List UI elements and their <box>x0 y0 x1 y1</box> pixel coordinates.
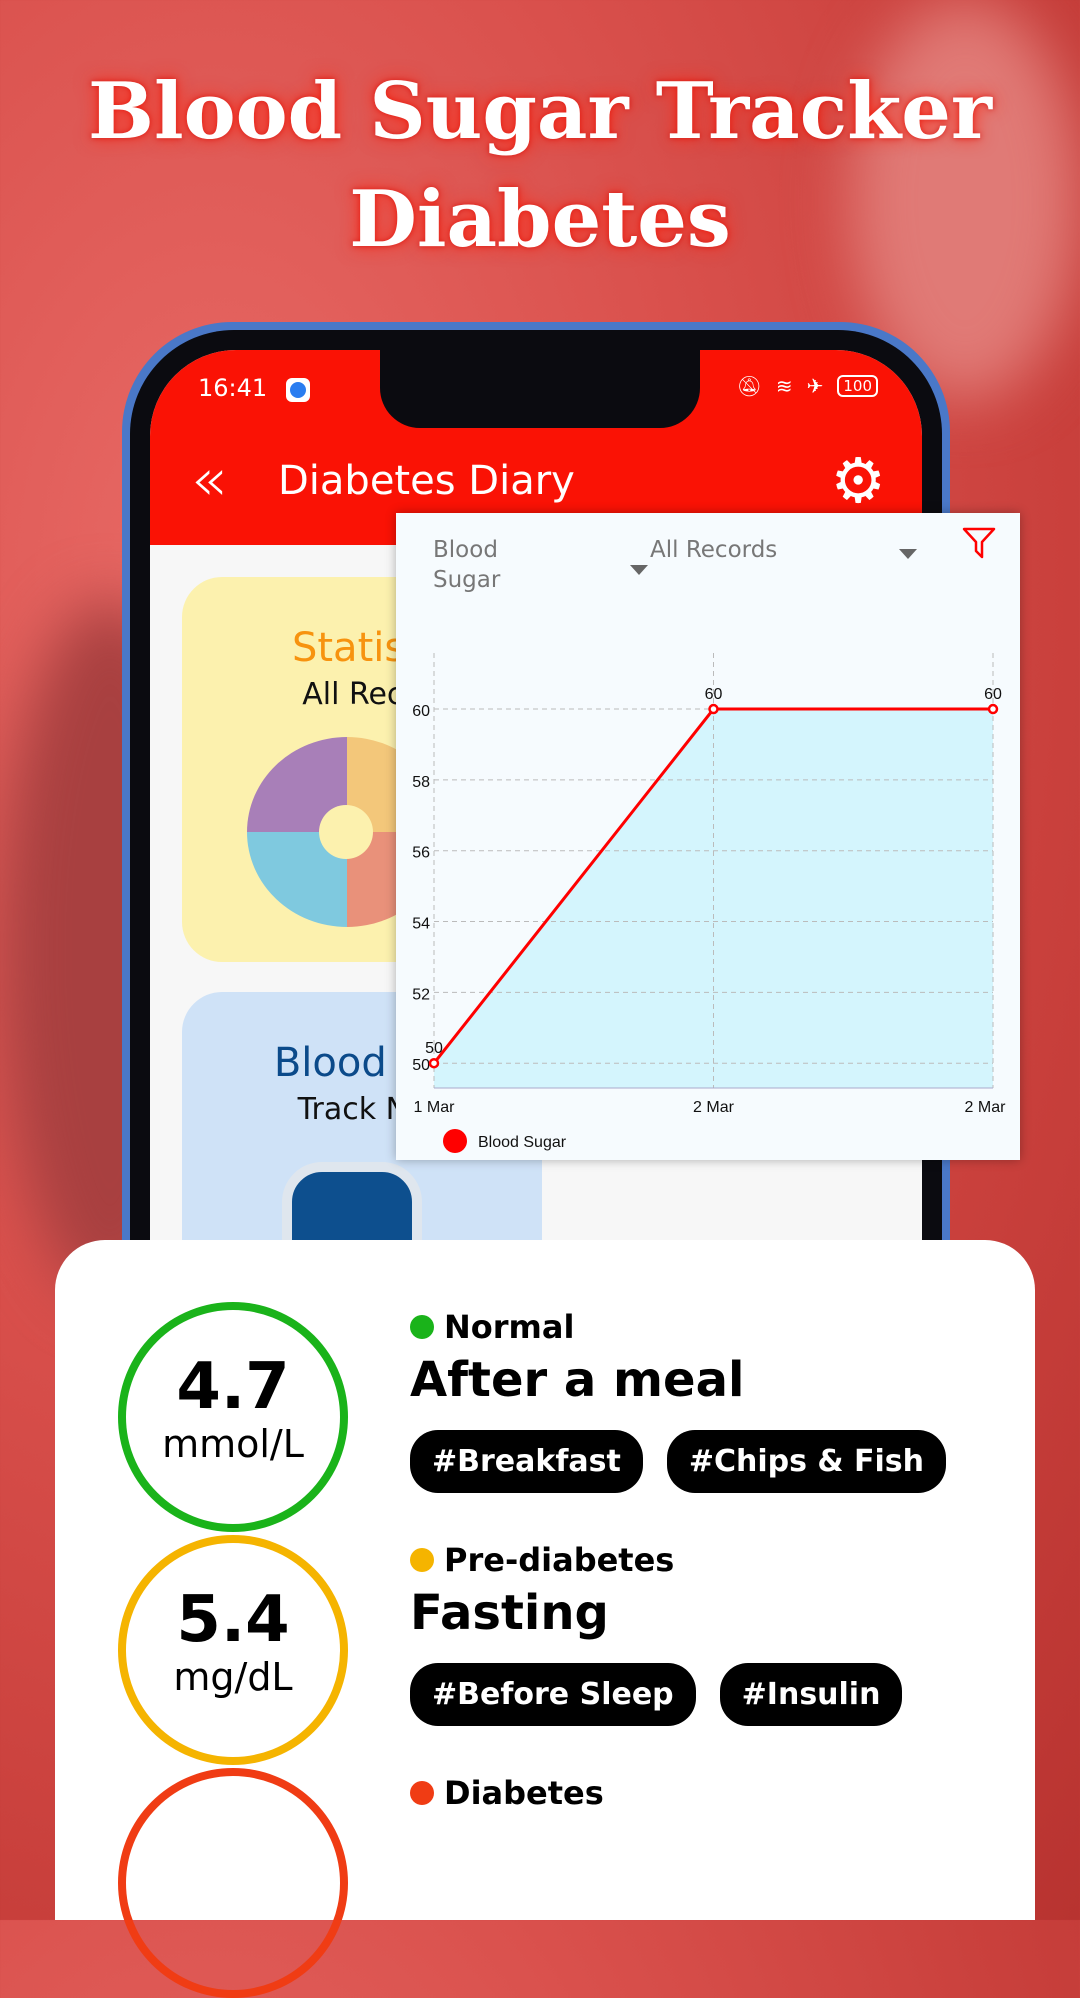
data-label: 50 <box>425 1040 443 1057</box>
reading-unit: mmol/L <box>162 1422 304 1466</box>
app-notification-icon <box>286 378 310 402</box>
y-tick-label: 54 <box>412 916 430 933</box>
camera-notch <box>380 350 700 428</box>
readings-sheet: 4.7 mmol/L Normal After a meal #Breakfas… <box>55 1240 1035 1998</box>
reading-status: Normal <box>410 1308 574 1346</box>
reading-status: Diabetes <box>410 1774 604 1812</box>
wifi-icon: ≋ <box>775 374 793 398</box>
legend-marker <box>443 1129 467 1153</box>
tag-chip[interactable]: #Before Sleep <box>410 1663 696 1726</box>
status-label: Normal <box>444 1308 575 1346</box>
meal-label: After a meal <box>410 1352 745 1408</box>
status-icons: 🔕︎ ≋ ✈︎ 100 <box>736 374 878 398</box>
double-chevron-left-icon[interactable]: « <box>190 450 227 510</box>
status-dot-icon <box>410 1548 434 1572</box>
app-title: Diabetes Diary <box>278 458 575 504</box>
data-point <box>708 703 719 715</box>
reading-unit: mg/dL <box>173 1655 293 1699</box>
status-dot-icon <box>410 1781 434 1805</box>
status-dot-icon <box>410 1315 434 1339</box>
data-point <box>428 1057 440 1069</box>
reading-ring: 5.4 mg/dL <box>118 1535 348 1765</box>
headline-line2: Diabetes <box>349 174 731 265</box>
x-tick-label: 2 Mar <box>693 1099 735 1116</box>
x-tick-label: 2 Mar <box>965 1099 1007 1116</box>
data-label: 60 <box>705 686 723 703</box>
reading-ring <box>118 1768 348 1998</box>
y-tick-label: 56 <box>412 845 430 862</box>
data-point <box>987 703 999 715</box>
headline-line1: Blood Sugar Tracker <box>88 66 992 157</box>
mute-icon: 🔕︎ <box>736 374 762 398</box>
reading-value: 4.7 <box>176 1350 290 1424</box>
tag-list: #Before Sleep #Insulin <box>410 1663 903 1726</box>
reading-ring: 4.7 mmol/L <box>118 1302 348 1532</box>
airplane-icon: ✈︎ <box>806 374 824 398</box>
chart-panel: Blood Sugar All Records 50 52 54 56 58 60 1 Ma… <box>396 513 1020 1160</box>
battery-icon: 100 <box>837 375 878 397</box>
tag-chip[interactable]: #Insulin <box>719 1663 903 1726</box>
status-label: Pre-diabetes <box>444 1541 675 1579</box>
legend-label: Blood Sugar <box>478 1134 567 1151</box>
data-label: 60 <box>984 686 1002 703</box>
gear-icon[interactable]: ⚙ <box>830 450 886 512</box>
tag-chip[interactable]: #Chips & Fish <box>666 1430 947 1493</box>
y-tick-label: 58 <box>412 774 430 791</box>
y-tick-label: 52 <box>412 986 430 1003</box>
reading-value: 5.4 <box>176 1583 290 1657</box>
line-chart: 50 52 54 56 58 60 1 Mar 2 Mar 2 Mar 50 60 60 Blood S… <box>412 653 1007 1153</box>
tag-chip[interactable]: #Breakfast <box>410 1430 643 1493</box>
reading-status: Pre-diabetes <box>410 1541 674 1579</box>
status-label: Diabetes <box>444 1774 604 1812</box>
x-tick-label: 1 Mar <box>414 1099 456 1116</box>
meal-label: Fasting <box>410 1585 609 1641</box>
tag-list: #Breakfast #Chips & Fish <box>410 1430 947 1493</box>
y-tick-label: 50 <box>412 1057 430 1074</box>
y-tick-label: 60 <box>412 703 430 720</box>
status-time: 16:41 <box>198 374 268 402</box>
